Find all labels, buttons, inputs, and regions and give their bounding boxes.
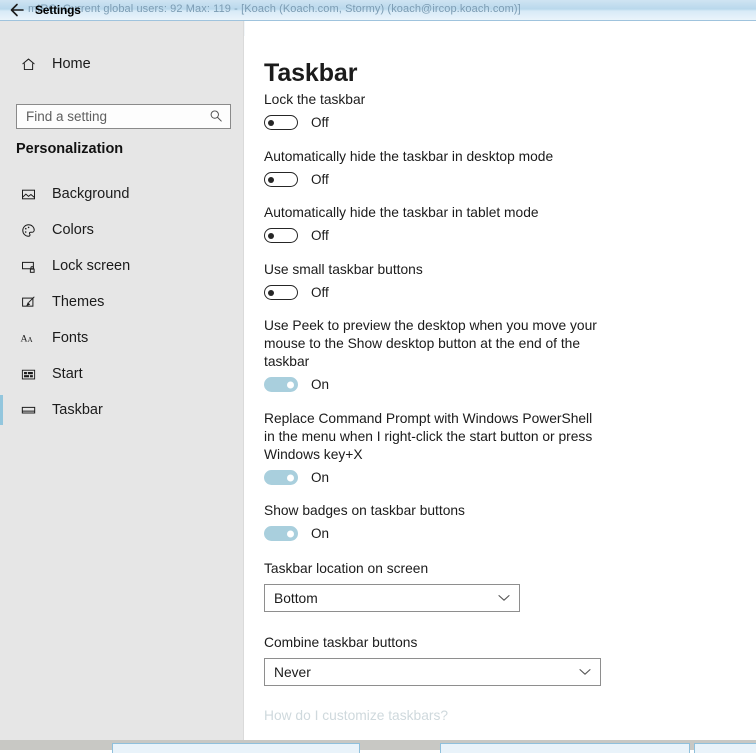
toggle-row: On <box>264 377 599 392</box>
start-grid-icon <box>17 368 39 381</box>
sidebar-item-colors[interactable]: Colors <box>0 212 244 248</box>
setting-show-badges: Show badges on taskbar buttons On <box>264 502 599 541</box>
sidebar-item-taskbar-label: Taskbar <box>52 402 103 418</box>
toggle-state-label: Off <box>311 115 329 130</box>
taskbar-button[interactable] <box>694 743 756 753</box>
toggle-row: Off <box>264 172 599 187</box>
selection-indicator <box>0 323 3 353</box>
search-icon[interactable] <box>209 109 223 128</box>
setting-label: Automatically hide the taskbar in tablet… <box>264 205 539 220</box>
sidebar-item-themes-label: Themes <box>52 294 105 310</box>
toggle-state-label: On <box>311 377 330 392</box>
toggle-state-label: Off <box>311 228 329 243</box>
svg-text:A: A <box>20 333 27 344</box>
setting-label: Combine taskbar buttons <box>264 635 418 650</box>
autohide-desktop-mode-toggle[interactable] <box>264 172 298 187</box>
setting-label: Taskbar location on screen <box>264 561 429 576</box>
sidebar: Home Personalization <box>0 21 244 740</box>
toggle-state-label: Off <box>311 172 329 187</box>
chevron-down-icon <box>498 594 510 602</box>
taskbar-button[interactable] <box>440 743 690 753</box>
home-icon <box>17 57 39 72</box>
show-badges-toggle[interactable] <box>264 526 298 541</box>
setting-label: Replace Command Prompt with Windows Powe… <box>264 411 593 462</box>
selection-indicator <box>0 251 3 281</box>
setting-use-small-taskbar-buttons: Use small taskbar buttons Off <box>264 261 599 300</box>
toggle-state-label: On <box>311 526 330 541</box>
chevron-down-icon <box>579 668 591 676</box>
window-title: Settings <box>35 3 81 17</box>
setting-taskbar-location: Taskbar location on screen Bottom <box>264 560 599 612</box>
search-input[interactable] <box>26 106 198 127</box>
search-box[interactable] <box>16 104 231 129</box>
combine-taskbar-buttons-dropdown[interactable]: Never <box>264 658 601 686</box>
font-icon: A A <box>17 331 39 346</box>
setting-replace-command-prompt: Replace Command Prompt with Windows Powe… <box>264 410 599 485</box>
autohide-tablet-mode-toggle[interactable] <box>264 228 298 243</box>
paintbrush-icon <box>17 295 39 310</box>
lock-screen-icon <box>17 259 39 274</box>
help-link[interactable]: How do I customize taskbars? <box>264 708 448 723</box>
replace-command-prompt-toggle[interactable] <box>264 470 298 485</box>
combine-taskbar-buttons-value: Never <box>274 664 311 680</box>
back-arrow-icon[interactable] <box>8 1 28 19</box>
settings-window: Settings Home Personalization <box>0 0 756 740</box>
setting-autohide-tablet-mode: Automatically hide the taskbar in tablet… <box>264 204 599 243</box>
taskbar-button[interactable] <box>112 743 360 753</box>
page-title: Taskbar <box>264 58 358 87</box>
use-peek-toggle[interactable] <box>264 377 298 392</box>
selection-indicator <box>0 359 3 389</box>
system-taskbar <box>0 740 756 753</box>
svg-text:A: A <box>28 336 34 344</box>
settings-titlebar: Settings <box>0 0 756 21</box>
toggle-row: On <box>264 470 599 485</box>
sidebar-item-background[interactable]: Background <box>0 176 244 212</box>
main-content: Taskbar Lock the taskbar Off Automatical… <box>245 21 756 740</box>
selection-indicator <box>0 287 3 317</box>
setting-label: Use small taskbar buttons <box>264 262 423 277</box>
sidebar-item-start[interactable]: Start <box>0 356 244 392</box>
sidebar-item-themes[interactable]: Themes <box>0 284 244 320</box>
use-small-taskbar-buttons-toggle[interactable] <box>264 285 298 300</box>
sidebar-item-fonts-label: Fonts <box>52 330 89 346</box>
category-title: Personalization <box>16 141 124 157</box>
setting-autohide-desktop-mode: Automatically hide the taskbar in deskto… <box>264 148 599 187</box>
selection-indicator <box>0 215 3 245</box>
toggle-row: Off <box>264 115 599 130</box>
sidebar-nav-list: Background Colors Lock screen Themes A A… <box>0 176 244 428</box>
setting-label: Automatically hide the taskbar in deskto… <box>264 149 554 164</box>
sidebar-item-start-label: Start <box>52 366 83 382</box>
selection-indicator <box>0 395 3 425</box>
taskbar-icon <box>17 404 39 416</box>
toggle-state-label: On <box>311 470 330 485</box>
sidebar-item-colors-label: Colors <box>52 222 94 238</box>
toggle-row: Off <box>264 228 599 243</box>
setting-label: Show badges on taskbar buttons <box>264 503 465 518</box>
sidebar-item-home-label: Home <box>52 56 91 72</box>
selection-indicator <box>0 179 3 209</box>
taskbar-location-dropdown[interactable]: Bottom <box>264 584 520 612</box>
sidebar-item-fonts[interactable]: A A Fonts <box>0 320 244 356</box>
sidebar-item-taskbar[interactable]: Taskbar <box>0 392 244 428</box>
setting-combine-taskbar-buttons: Combine taskbar buttons Never <box>264 634 601 686</box>
sidebar-item-home[interactable]: Home <box>0 47 244 81</box>
setting-use-peek: Use Peek to preview the desktop when you… <box>264 317 599 392</box>
palette-icon <box>17 223 39 238</box>
setting-label: Lock the taskbar <box>264 92 366 107</box>
taskbar-location-value: Bottom <box>274 590 318 606</box>
lock-the-taskbar-toggle[interactable] <box>264 115 298 130</box>
sidebar-item-lock-screen[interactable]: Lock screen <box>0 248 244 284</box>
sidebar-item-background-label: Background <box>52 186 130 202</box>
setting-lock-the-taskbar: Lock the taskbar Off <box>264 91 599 130</box>
setting-label: Use Peek to preview the desktop when you… <box>264 318 597 369</box>
toggle-row: On <box>264 526 599 541</box>
toggle-row: Off <box>264 285 599 300</box>
toggle-state-label: Off <box>311 285 329 300</box>
picture-icon <box>17 187 39 202</box>
sidebar-item-lock-screen-label: Lock screen <box>52 258 131 274</box>
